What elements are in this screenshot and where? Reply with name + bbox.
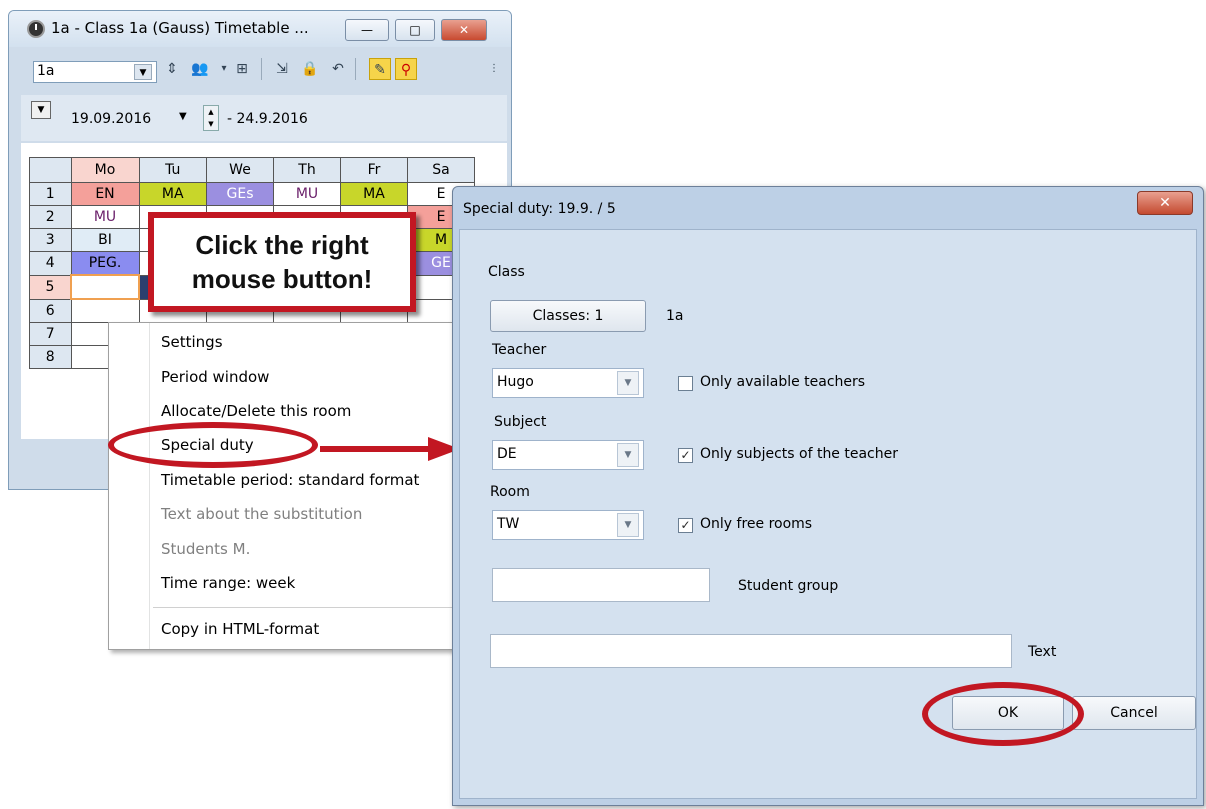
teacher-combo-value: Hugo [497,374,534,390]
timetable-titlebar[interactable]: 1a - Class 1a (Gauss) Timetable ... — □ … [9,11,511,47]
special-duty-dialog: Special duty: 19.9. / 5 ✕ Class Classes:… [452,186,1204,806]
class-value: 1a [666,308,684,324]
menu-item-students: Students M. [161,540,251,558]
period-header: 4 [29,251,72,276]
menu-item-time-range[interactable]: Time range: week [161,574,295,592]
undo-icon[interactable]: ↶ [327,58,349,80]
text-label: Text [1028,644,1057,660]
context-menu: Settings Period window Allocate/Delete t… [108,322,460,650]
timetable-cell[interactable]: MA [138,182,207,206]
toolbar-separator [355,58,356,80]
class-select[interactable]: 1a ▼ [33,61,157,83]
cancel-button[interactable]: Cancel [1072,696,1196,730]
chevron-down-icon[interactable]: ▼ [617,371,639,395]
menu-item-period-window[interactable]: Period window [161,368,269,386]
timetable-cell-selected[interactable] [70,274,140,300]
room-label: Room [490,484,530,500]
classes-button[interactable]: Classes: 1 [490,300,646,332]
day-header: Sa [407,157,475,183]
subject-combo-value: DE [497,446,517,462]
callout-text: Click the right mouse button! [154,228,410,296]
menu-item-copy-html[interactable]: Copy in HTML-format [161,620,319,638]
date-bar: ▼ 19.09.2016 ▼ ▲ ▼ - 24.9.2016 [21,95,507,141]
callout-line-2: mouse button! [191,264,373,294]
overflow-icon[interactable]: ⋮ [483,58,505,80]
chevron-down-icon[interactable]: ▼ [31,101,51,119]
only-free-rooms-label: Only free rooms [700,516,813,532]
text-input[interactable] [490,634,1012,668]
timetable-cell[interactable]: GEs [206,182,274,206]
spin-icon[interactable]: ⇕ [161,58,183,80]
timetable-cell[interactable]: PEG. [70,251,140,276]
callout-line-1: Click the right [195,230,369,260]
only-subjects-of-teacher-checkbox[interactable]: ✓ [678,448,693,463]
only-available-teachers-checkbox[interactable] [678,376,693,391]
teacher-label: Teacher [492,342,547,358]
menu-item-timetable-period-format[interactable]: Timetable period: standard format [161,471,419,489]
room-combo[interactable]: TW ▼ [492,510,644,540]
chevron-down-icon[interactable]: ▼ [617,443,639,467]
menu-item-allocate-room[interactable]: Allocate/Delete this room [161,402,351,420]
export-icon[interactable]: ⇲ [271,58,293,80]
period-header: 5 [29,274,72,300]
lock-icon[interactable]: 🔒 [299,58,321,80]
menu-item-substitution-text: Text about the substitution [161,505,363,523]
pointer-arrow [320,437,460,461]
clock-icon [27,20,45,38]
timetable-cell[interactable]: MU [70,205,140,229]
room-combo-value: TW [497,516,520,532]
day-header: Tu [138,157,207,183]
menu-separator [153,607,453,608]
timetable-cell[interactable] [70,298,140,323]
chevron-down-icon[interactable]: ▼ [134,64,152,80]
date-start-field[interactable]: 19.09.2016 [71,111,151,127]
menu-gutter [149,323,150,649]
grid-corner [29,157,72,183]
day-header: Mo [70,157,140,183]
only-free-rooms-checkbox[interactable]: ✓ [678,518,693,533]
day-header: Th [273,157,341,183]
maximize-button[interactable]: □ [395,19,435,41]
menu-item-settings[interactable]: Settings [161,333,223,351]
dialog-title: Special duty: 19.9. / 5 [463,201,616,217]
period-header: 1 [29,182,72,206]
search-icon[interactable]: ⚲ [395,58,417,80]
instruction-callout: Click the right mouse button! [148,212,416,312]
pencil-icon[interactable]: ✎ [369,58,391,80]
people-icon[interactable]: 👥 [189,58,211,80]
teacher-combo[interactable]: Hugo ▼ [492,368,644,398]
date-spinner[interactable]: ▲ ▼ [203,105,219,131]
highlight-ellipse-ok [922,682,1084,746]
minimize-button[interactable]: — [345,19,389,41]
day-header: Fr [340,157,408,183]
period-header: 7 [29,322,72,346]
only-available-teachers-label: Only available teachers [700,374,866,390]
timetable-cell[interactable]: MA [340,182,408,206]
only-subjects-of-teacher-label: Only subjects of the teacher [700,446,898,462]
period-header: 3 [29,228,72,252]
subject-label: Subject [494,414,547,430]
dialog-body: Class Classes: 1 1a Teacher Hugo ▼ Only … [459,229,1197,799]
toolbar-separator [261,58,262,80]
day-header: We [206,157,274,183]
student-group-input[interactable] [492,568,710,602]
class-label: Class [488,264,525,280]
timetable-cell[interactable]: BI [70,228,140,252]
period-header: 2 [29,205,72,229]
timetable-window-title: 1a - Class 1a (Gauss) Timetable ... [51,19,309,37]
close-button[interactable]: ✕ [441,19,487,41]
student-group-label: Student group [738,578,839,594]
chevron-down-icon[interactable]: ▼ [617,513,639,537]
date-end-label: - 24.9.2016 [227,111,308,127]
period-header: 6 [29,298,72,323]
timetable-cell[interactable]: EN [70,182,140,206]
period-header: 8 [29,345,72,369]
subject-combo[interactable]: DE ▼ [492,440,644,470]
grid-icon[interactable]: ⊞ [231,58,253,80]
class-select-value: 1a [37,63,55,79]
timetable-cell[interactable]: MU [273,182,341,206]
highlight-ellipse-special-duty [108,422,318,468]
date-dropdown-icon[interactable]: ▼ [179,111,187,122]
dialog-close-button[interactable]: ✕ [1137,191,1193,215]
